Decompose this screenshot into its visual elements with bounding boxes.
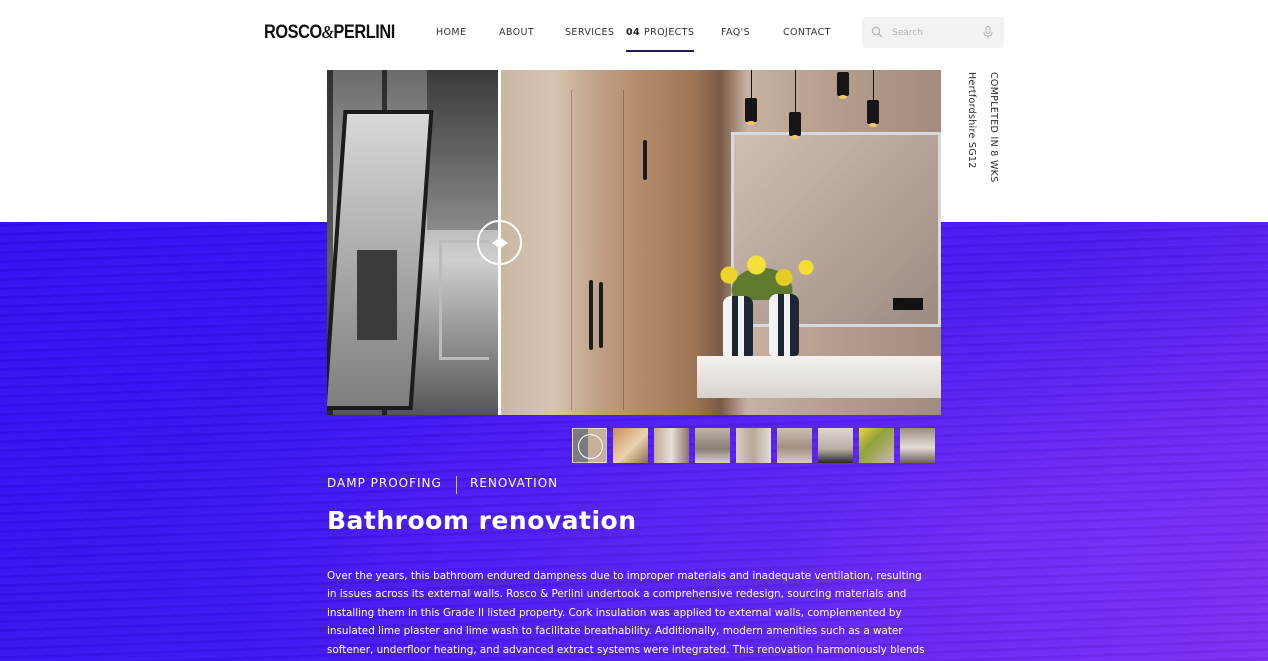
thumbnail[interactable] [777, 428, 812, 463]
project-description: Over the years, this bathroom endured da… [327, 567, 937, 659]
tag-renovation[interactable]: RENOVATION [470, 476, 558, 490]
nav-projects-number: 04 [626, 27, 641, 38]
cabinet-panel [623, 90, 675, 410]
wall-switch [893, 298, 923, 310]
pendant-lamp [837, 72, 849, 99]
nav-services[interactable]: SERVICES [565, 27, 614, 38]
pendant-lamp [867, 100, 879, 127]
vase [769, 294, 799, 356]
cabinet-handle [589, 280, 593, 350]
description-line: softener, underfloor heating, and advanc… [327, 643, 925, 656]
damaged-wall [427, 70, 499, 230]
old-towel [357, 250, 397, 340]
search-box[interactable] [862, 17, 1004, 48]
nav-projects[interactable]: 04 PROJECTS [626, 27, 695, 52]
after-image [501, 70, 941, 415]
thumbnail[interactable] [695, 428, 730, 463]
old-rail [439, 240, 489, 360]
logo-left: ROSCO [264, 22, 322, 43]
thumbnail[interactable] [818, 428, 853, 463]
lamp-cord [873, 70, 874, 102]
cabinet-handle [599, 282, 603, 348]
microphone-icon[interactable] [983, 26, 993, 39]
thumbnail[interactable] [859, 428, 894, 463]
tag-damp-proofing[interactable]: DAMP PROOFING [327, 476, 442, 490]
before-after-image[interactable] [327, 70, 941, 415]
tag-separator [456, 476, 457, 494]
basin [697, 356, 941, 398]
lamp-cord [795, 70, 796, 114]
lamp-cord [751, 70, 752, 100]
description-line: Over the years, this bathroom endured da… [327, 570, 922, 582]
thumbnail[interactable] [654, 428, 689, 463]
pendant-lamp [789, 112, 801, 139]
nav-home[interactable]: HOME [436, 27, 466, 38]
vase [723, 296, 753, 358]
compare-arrows-icon [578, 434, 603, 459]
thumbnail[interactable] [613, 428, 648, 463]
logo-right: PERLINI [333, 22, 395, 43]
logo[interactable]: ROSCO&PERLINI [264, 22, 395, 44]
logo-ampersand: & [321, 22, 334, 42]
nav-projects-label: PROJECTS [644, 27, 695, 38]
description-line: insulated lime plaster and lime wash to … [327, 625, 903, 638]
pendant-lamp [745, 98, 757, 125]
nav-about[interactable]: ABOUT [499, 27, 534, 38]
project-location: Hertfordshire SG12 [966, 72, 977, 169]
thumbnail[interactable] [736, 428, 771, 463]
thumbnail[interactable] [900, 428, 935, 463]
description-line: in issues across its external walls. Ros… [327, 588, 907, 601]
arrow-right-icon [501, 238, 508, 248]
cabinet-handle [643, 140, 647, 180]
search-icon [871, 26, 883, 38]
site-header: ROSCO&PERLINI HOME ABOUT SERVICES 04 PROJ… [0, 0, 1268, 66]
description-line: installing them in this Grade II listed … [327, 606, 902, 619]
completion-time: COMPLETED IN 8 WKS [988, 72, 999, 183]
compare-arrows-icon[interactable] [477, 220, 522, 265]
nav-faqs[interactable]: FAQ'S [721, 27, 750, 38]
flowers [707, 250, 817, 300]
thumbnail[interactable] [572, 428, 607, 463]
search-input[interactable] [892, 24, 980, 41]
project-title: Bathroom renovation [327, 506, 637, 535]
arrow-left-icon [492, 238, 499, 248]
cabinet-panel [571, 90, 623, 410]
before-image [327, 70, 499, 415]
nav-contact[interactable]: CONTACT [783, 27, 831, 38]
